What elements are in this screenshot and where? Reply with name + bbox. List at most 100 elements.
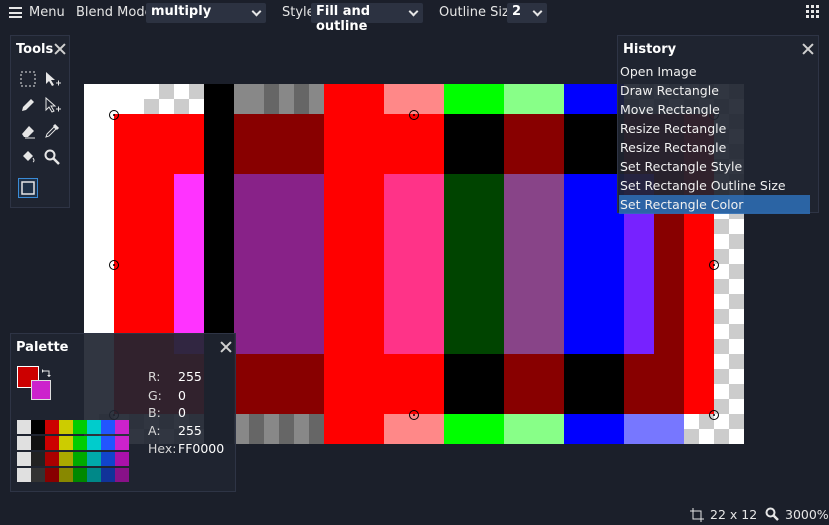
pixel-cell xyxy=(264,84,324,114)
palette-swatch[interactable] xyxy=(59,436,73,450)
pixel-region xyxy=(384,354,444,414)
alpha-channel-value[interactable]: 255 xyxy=(178,423,202,438)
move-pixels-icon[interactable] xyxy=(42,95,62,115)
pixel-cell xyxy=(234,414,324,444)
outline-size-value: 2 xyxy=(512,4,522,19)
palette-swatch[interactable] xyxy=(17,420,31,434)
pixel-cell xyxy=(144,84,204,114)
palette-swatch[interactable] xyxy=(115,452,129,466)
palette-swatch[interactable] xyxy=(115,468,129,482)
palette-swatch[interactable] xyxy=(17,468,31,482)
palette-swatch[interactable] xyxy=(73,452,87,466)
palette-swatch[interactable] xyxy=(115,436,129,450)
pixel-column xyxy=(324,84,384,444)
history-item[interactable]: Open Image xyxy=(619,62,810,81)
pixel-region xyxy=(234,174,324,354)
pixel-cell xyxy=(564,414,624,444)
palette-swatch[interactable] xyxy=(59,468,73,482)
palette-swatch[interactable] xyxy=(73,436,87,450)
tools-panel: Tools xyxy=(10,35,70,208)
pixel-region xyxy=(444,354,504,414)
tools-panel-title: Tools xyxy=(16,42,54,57)
grid-toggle-icon[interactable] xyxy=(806,5,819,18)
style-value: Fill and outline xyxy=(316,4,371,34)
history-panel: History Open Image Draw Rectangle Move R… xyxy=(617,35,819,214)
outline-size-select[interactable]: 2 xyxy=(507,3,547,23)
close-icon[interactable] xyxy=(220,341,232,353)
palette-swatch[interactable] xyxy=(17,436,31,450)
palette-swatch[interactable] xyxy=(31,452,45,466)
blend-mode-label: Blend Mode: xyxy=(76,5,157,20)
style-select[interactable]: Fill and outline xyxy=(311,3,423,34)
palette-swatch[interactable] xyxy=(31,468,45,482)
eyedropper-icon[interactable] xyxy=(42,121,62,141)
palette-swatch[interactable] xyxy=(87,420,101,434)
history-item[interactable]: Resize Rectangle xyxy=(619,119,810,138)
pencil-icon[interactable] xyxy=(18,95,38,115)
red-channel-value[interactable]: 255 xyxy=(178,369,202,384)
palette-swatch[interactable] xyxy=(73,420,87,434)
palette-swatch[interactable] xyxy=(101,468,115,482)
menu-icon[interactable] xyxy=(9,7,22,18)
pixel-region xyxy=(444,114,504,174)
green-channel-value[interactable]: 0 xyxy=(178,388,186,403)
pixel-region xyxy=(504,114,564,174)
palette-swatch[interactable] xyxy=(101,436,115,450)
resize-handle[interactable] xyxy=(109,260,119,270)
resize-handle[interactable] xyxy=(709,410,719,420)
palette-swatch[interactable] xyxy=(101,420,115,434)
resize-handle[interactable] xyxy=(109,110,119,120)
secondary-color-swatch[interactable] xyxy=(31,380,51,400)
resize-handle[interactable] xyxy=(409,110,419,120)
palette-swatch[interactable] xyxy=(31,420,45,434)
pixel-region xyxy=(234,354,324,414)
pixel-cell xyxy=(564,84,624,114)
swap-colors-icon[interactable] xyxy=(42,367,52,377)
palette-swatch[interactable] xyxy=(87,452,101,466)
blend-mode-select[interactable]: multiply xyxy=(146,3,266,23)
palette-swatch[interactable] xyxy=(115,420,129,434)
pixel-region xyxy=(564,354,624,414)
palette-swatch[interactable] xyxy=(87,436,101,450)
history-item[interactable]: Move Rectangle xyxy=(619,100,810,119)
palette-swatch[interactable] xyxy=(45,452,59,466)
menu-label[interactable]: Menu xyxy=(29,5,65,20)
zoom-icon[interactable] xyxy=(42,147,62,167)
palette-swatch[interactable] xyxy=(59,452,73,466)
palette-swatch[interactable] xyxy=(31,436,45,450)
move-selection-icon[interactable] xyxy=(42,69,62,89)
resize-handle[interactable] xyxy=(709,260,719,270)
close-icon[interactable] xyxy=(54,43,66,55)
rectangle-tool-icon[interactable] xyxy=(18,178,38,198)
palette-swatch[interactable] xyxy=(101,452,115,466)
palette-swatch[interactable] xyxy=(17,452,31,466)
blue-channel-value[interactable]: 0 xyxy=(178,405,186,420)
hex-value[interactable]: FF0000 xyxy=(178,441,224,456)
history-item[interactable]: Resize Rectangle xyxy=(619,138,810,157)
palette-swatch[interactable] xyxy=(45,420,59,434)
history-item[interactable]: Set Rectangle Style xyxy=(619,157,810,176)
palette-swatch[interactable] xyxy=(45,468,59,482)
close-icon[interactable] xyxy=(802,43,814,55)
palette-swatch[interactable] xyxy=(87,468,101,482)
pixel-cell xyxy=(444,414,504,444)
zoom-level-icon[interactable] xyxy=(765,507,779,521)
history-item[interactable]: Set Rectangle Outline Size xyxy=(619,176,810,195)
fill-bucket-icon[interactable] xyxy=(18,147,38,167)
eraser-icon[interactable] xyxy=(18,121,38,141)
zoom-level-text[interactable]: 3000% xyxy=(785,507,829,522)
resize-handle[interactable] xyxy=(409,410,419,420)
history-item[interactable]: Draw Rectangle xyxy=(619,81,810,100)
history-item-selected[interactable]: Set Rectangle Color xyxy=(619,195,810,214)
pixel-cell xyxy=(504,414,564,444)
history-panel-title: History xyxy=(623,42,677,57)
palette-swatch[interactable] xyxy=(45,436,59,450)
palette-swatch[interactable] xyxy=(73,468,87,482)
pixel-region xyxy=(174,174,204,354)
pixel-cell xyxy=(444,84,504,114)
pixel-region xyxy=(504,354,564,414)
palette-swatch[interactable] xyxy=(59,420,73,434)
top-toolbar: Menu Blend Mode: multiply Style: Fill an… xyxy=(0,0,829,34)
rectangle-select-icon[interactable] xyxy=(18,69,38,89)
red-channel-label: R: xyxy=(148,369,161,384)
